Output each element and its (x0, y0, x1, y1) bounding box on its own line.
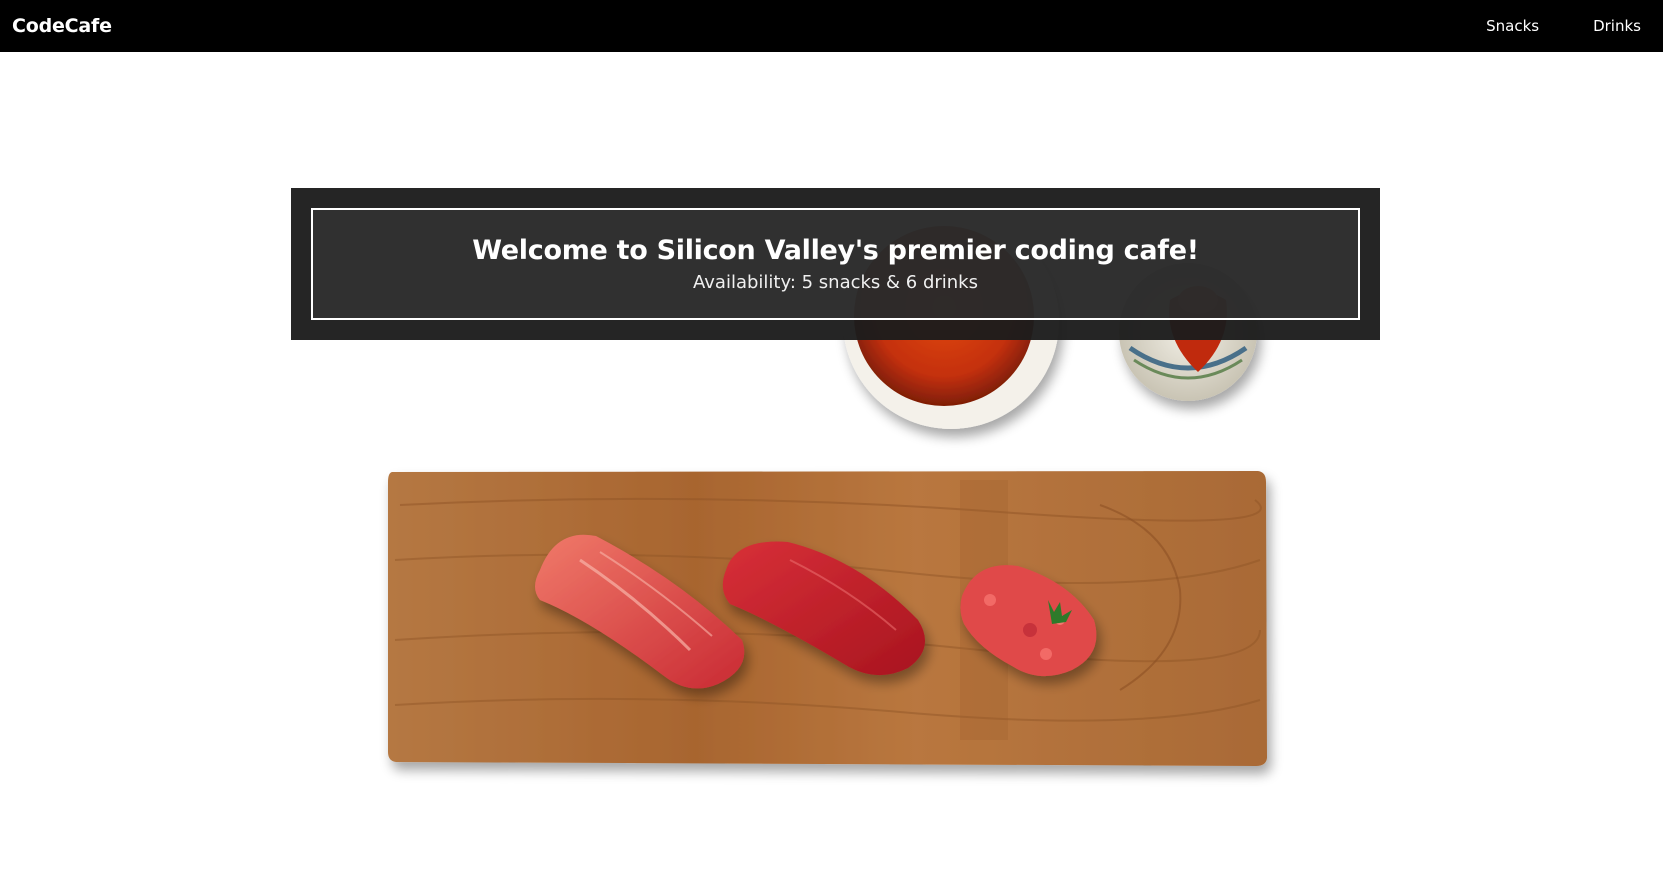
top-navbar: CodeCafe Snacks Drinks (0, 0, 1663, 52)
brand-logo-link[interactable]: CodeCafe (12, 15, 112, 37)
nav-link-snacks[interactable]: Snacks (1486, 17, 1539, 35)
welcome-title: Welcome to Silicon Valley's premier codi… (472, 235, 1199, 266)
hero-background-image (388, 213, 1267, 766)
welcome-banner-frame: Welcome to Silicon Valley's premier codi… (311, 208, 1360, 320)
nav-link-drinks[interactable]: Drinks (1593, 17, 1641, 35)
nav-links: Snacks Drinks (1486, 17, 1651, 35)
availability-text: Availability: 5 snacks & 6 drinks (693, 272, 978, 293)
welcome-banner: Welcome to Silicon Valley's premier codi… (291, 188, 1380, 340)
sushi-board-image (388, 471, 1267, 766)
